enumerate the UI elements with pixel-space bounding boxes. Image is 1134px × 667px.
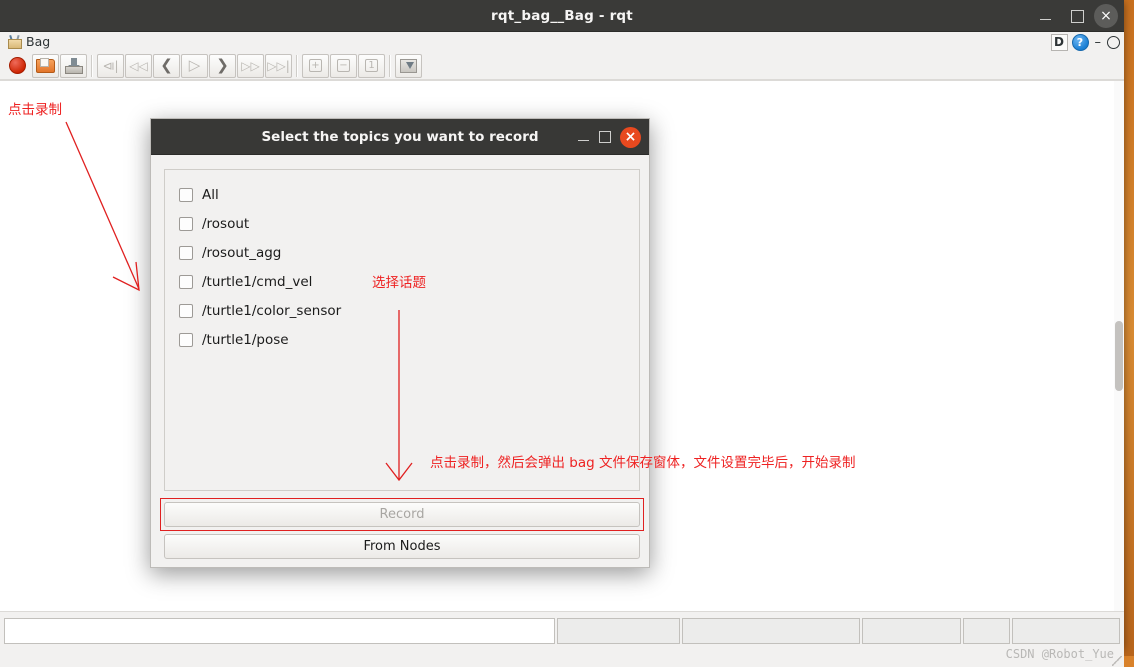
rewind-icon: ◁◁ xyxy=(129,60,147,72)
skip-to-end-icon: ▷▷| xyxy=(267,60,290,72)
bag-icon xyxy=(7,35,23,49)
window-maximize-button[interactable] xyxy=(1062,1,1092,31)
topic-row-rosout[interactable]: /rosout xyxy=(179,209,639,238)
previous-icon: ❮ xyxy=(160,58,173,73)
record-dot-icon xyxy=(9,57,26,74)
menu-item-bag-label: Bag xyxy=(26,34,50,49)
from-nodes-button[interactable]: From Nodes xyxy=(164,534,640,559)
statusbar: CSDN @Robot_Yue xyxy=(0,611,1124,667)
folder-icon xyxy=(36,58,55,73)
topic-label-rosout-agg: /rosout_agg xyxy=(202,245,281,261)
topic-label-rosout: /rosout xyxy=(202,216,249,232)
play-icon: ▷ xyxy=(189,58,201,73)
skip-to-start-icon: ⧏| xyxy=(102,60,118,72)
topic-row-pose[interactable]: /turtle1/pose xyxy=(179,325,639,354)
window-close-button[interactable]: × xyxy=(1094,4,1118,28)
topic-label-all: All xyxy=(202,187,219,203)
fast-rewind-button[interactable]: ◁◁ xyxy=(125,54,152,78)
screenshot-button[interactable] xyxy=(395,54,422,78)
zoom-out-icon: − xyxy=(337,59,350,72)
forward-icon: ▷▷ xyxy=(241,60,259,72)
dialog-minimize-button[interactable] xyxy=(576,130,590,144)
checkbox-rosout-agg[interactable] xyxy=(179,246,193,260)
checkbox-pose[interactable] xyxy=(179,333,193,347)
menu-item-bag[interactable]: Bag xyxy=(4,34,53,49)
fast-forward-button[interactable]: ▷▷ xyxy=(237,54,264,78)
zoom-in-button[interactable]: + xyxy=(302,54,329,78)
topic-selection-dialog: Select the topics you want to record × A… xyxy=(150,118,650,568)
topic-row-all[interactable]: All xyxy=(179,180,639,209)
statusbar-cells xyxy=(4,618,1120,644)
dock-button[interactable]: D xyxy=(1051,34,1068,51)
zoom-out-button[interactable]: − xyxy=(330,54,357,78)
zoom-in-icon: + xyxy=(309,59,322,72)
toolbar-separator-1 xyxy=(91,55,93,77)
record-button-dialog[interactable]: Record xyxy=(164,502,640,527)
first-frame-button[interactable]: ⧏| xyxy=(97,54,124,78)
last-frame-button[interactable]: ▷▷| xyxy=(265,54,292,78)
topic-list: All /rosout /rosout_agg /turtle1/cmd_vel… xyxy=(164,169,640,491)
checkbox-color-sensor[interactable] xyxy=(179,304,193,318)
annotation-record-hint: 点击录制，然后会弹出 bag 文件保存窗体，文件设置完毕后，开始录制 xyxy=(430,451,856,471)
checkbox-rosout[interactable] xyxy=(179,217,193,231)
zoom-reset-icon: 1 xyxy=(365,59,378,72)
annotation-select-topic: 选择话题 xyxy=(372,271,426,291)
topic-row-color-sensor[interactable]: /turtle1/color_sensor xyxy=(179,296,639,325)
status-cell-4 xyxy=(862,618,961,644)
step-back-button[interactable]: ❮ xyxy=(153,54,180,78)
save-bag-button[interactable] xyxy=(60,54,87,78)
dialog-close-button[interactable]: × xyxy=(620,127,641,148)
checkbox-cmd-vel[interactable] xyxy=(179,275,193,289)
topic-label-cmd-vel: /turtle1/cmd_vel xyxy=(202,274,312,290)
window-minimize-button[interactable] xyxy=(1030,1,1060,31)
open-bag-button[interactable] xyxy=(32,54,59,78)
float-button[interactable]: – xyxy=(1093,35,1104,50)
toolbar: ⧏| ◁◁ ❮ ▷ ❯ ▷▷ ▷▷| + − 1 xyxy=(0,52,1124,80)
annotation-click-record: 点击录制 xyxy=(8,98,62,118)
topic-label-pose: /turtle1/pose xyxy=(202,332,289,348)
topic-row-rosout-agg[interactable]: /rosout_agg xyxy=(179,238,639,267)
scrollbar-thumb[interactable] xyxy=(1115,321,1123,391)
status-cell-5 xyxy=(963,618,1010,644)
dialog-maximize-button[interactable] xyxy=(598,130,612,144)
watermark: CSDN @Robot_Yue xyxy=(1006,647,1114,661)
menubar: Bag D ? – xyxy=(0,32,1124,52)
play-button[interactable]: ▷ xyxy=(181,54,208,78)
topic-label-color-sensor: /turtle1/color_sensor xyxy=(202,303,341,319)
step-forward-button[interactable]: ❯ xyxy=(209,54,236,78)
toolbar-separator-3 xyxy=(389,55,391,77)
screenshot-icon xyxy=(400,59,417,73)
record-button[interactable] xyxy=(4,54,31,78)
dialog-title: Select the topics you want to record xyxy=(151,119,649,155)
window-title: rqt_bag__Bag - rqt xyxy=(0,0,1124,32)
menubar-right-controls: D ? – xyxy=(1051,32,1121,52)
status-cell-main xyxy=(4,618,555,644)
resize-grip[interactable] xyxy=(1112,656,1122,666)
status-cell-3 xyxy=(682,618,860,644)
undock-icon[interactable] xyxy=(1107,36,1120,49)
status-cell-6 xyxy=(1012,618,1120,644)
checkbox-all[interactable] xyxy=(179,188,193,202)
save-icon xyxy=(65,58,83,74)
toolbar-separator-2 xyxy=(296,55,298,77)
status-cell-2 xyxy=(557,618,680,644)
dialog-titlebar: Select the topics you want to record × xyxy=(151,119,649,155)
window-titlebar: rqt_bag__Bag - rqt × xyxy=(0,0,1124,32)
next-icon: ❯ xyxy=(216,58,229,73)
vertical-scrollbar[interactable] xyxy=(1114,81,1124,611)
window-controls: × xyxy=(1030,0,1118,32)
help-icon[interactable]: ? xyxy=(1072,34,1089,51)
zoom-reset-button[interactable]: 1 xyxy=(358,54,385,78)
dialog-window-controls: × xyxy=(576,119,641,155)
